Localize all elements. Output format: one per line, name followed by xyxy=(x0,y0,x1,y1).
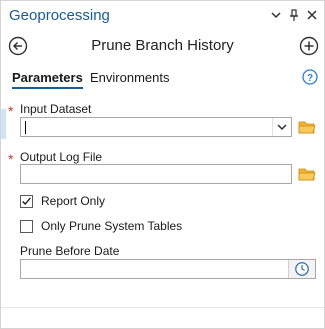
folder-icon[interactable] xyxy=(298,120,316,134)
pane-titlebar: Geoprocessing xyxy=(1,1,324,31)
report-only-label[interactable]: Report Only xyxy=(41,194,105,208)
system-tables-checkbox[interactable] xyxy=(20,220,33,233)
checkmark-icon xyxy=(22,197,31,206)
required-marker: * xyxy=(8,103,14,119)
tab-strip: Parameters Environments ? xyxy=(1,65,324,91)
output-log-label: Output Log File xyxy=(20,150,103,164)
svg-text:?: ? xyxy=(307,73,313,84)
prune-date-field[interactable] xyxy=(20,259,316,279)
add-icon[interactable] xyxy=(299,36,319,56)
input-dataset-label: Input Dataset xyxy=(20,102,92,116)
help-icon[interactable]: ? xyxy=(302,69,318,85)
report-only-checkbox[interactable] xyxy=(20,195,33,208)
input-dataset-combobox[interactable] xyxy=(20,117,292,137)
chevron-down-icon[interactable] xyxy=(269,8,283,22)
tab-parameters[interactable]: Parameters xyxy=(12,70,83,89)
prune-date-label: Prune Before Date xyxy=(20,244,120,258)
system-tables-label[interactable]: Only Prune System Tables xyxy=(41,219,182,233)
required-marker: * xyxy=(8,151,14,167)
text-cursor xyxy=(25,121,26,134)
close-icon[interactable] xyxy=(305,8,319,22)
date-picker-button[interactable] xyxy=(288,260,315,278)
clock-icon xyxy=(295,262,309,276)
tool-header: Prune Branch History xyxy=(1,34,324,58)
pane-title: Geoprocessing xyxy=(9,7,110,24)
pin-icon[interactable] xyxy=(287,8,301,22)
active-row-indicator xyxy=(1,109,6,139)
chevron-down-icon[interactable] xyxy=(272,118,291,136)
pane-footer-divider xyxy=(1,307,324,308)
output-log-field[interactable] xyxy=(20,164,292,184)
folder-icon[interactable] xyxy=(298,167,316,181)
tab-environments[interactable]: Environments xyxy=(90,70,169,85)
tool-title: Prune Branch History xyxy=(91,37,234,54)
geoprocessing-pane: Geoprocessing Prune Branch History Param… xyxy=(0,0,325,329)
